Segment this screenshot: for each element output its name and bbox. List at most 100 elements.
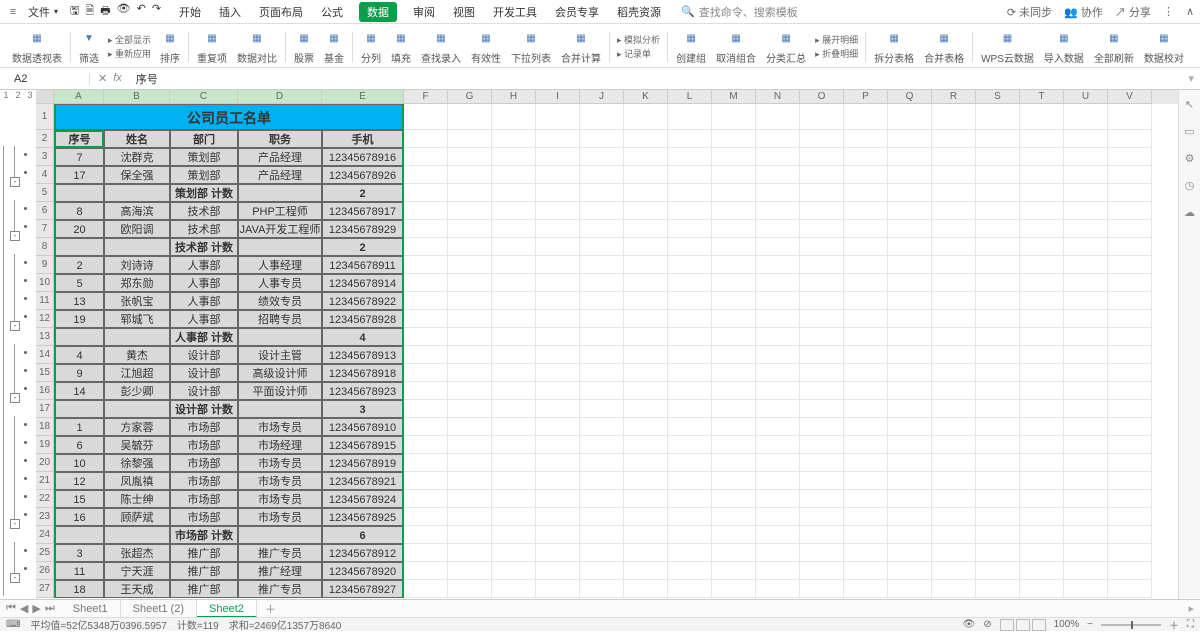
cell[interactable] (668, 292, 712, 310)
cell[interactable] (888, 292, 932, 310)
print-icon[interactable]: 🖶 (100, 2, 110, 21)
cell[interactable] (932, 184, 976, 202)
cell[interactable] (1064, 220, 1108, 238)
cell[interactable] (844, 104, 888, 130)
backup-icon[interactable]: ☁ (1184, 206, 1195, 219)
cell[interactable]: 12345678921 (322, 472, 404, 490)
cell[interactable] (1020, 328, 1064, 346)
cell[interactable] (536, 292, 580, 310)
cell[interactable] (536, 104, 580, 130)
cell[interactable] (888, 436, 932, 454)
cell[interactable] (888, 472, 932, 490)
cell[interactable] (712, 526, 756, 544)
cell[interactable] (712, 346, 756, 364)
cell[interactable] (756, 148, 800, 166)
app-menu-icon[interactable]: ≡ (6, 5, 20, 19)
col-header-O[interactable]: O (800, 90, 844, 104)
row-header[interactable]: 23 (36, 508, 54, 526)
cell[interactable] (976, 364, 1020, 382)
redo-icon[interactable]: ↷ (152, 2, 161, 21)
cell[interactable] (1020, 580, 1064, 598)
cell[interactable] (668, 328, 712, 346)
cell[interactable] (1020, 400, 1064, 418)
cell[interactable] (888, 184, 932, 202)
cell[interactable]: 12345678926 (322, 166, 404, 184)
row-header[interactable]: 14 (36, 346, 54, 364)
cell[interactable] (800, 508, 844, 526)
cell[interactable] (1064, 418, 1108, 436)
cell[interactable] (844, 256, 888, 274)
cell[interactable] (932, 328, 976, 346)
cell[interactable] (492, 544, 536, 562)
col-header-U[interactable]: U (1064, 90, 1108, 104)
ribbon-导入数据[interactable]: ▦导入数据 (1040, 26, 1088, 67)
cell[interactable] (1108, 238, 1152, 256)
cell[interactable] (668, 562, 712, 580)
cell[interactable] (536, 526, 580, 544)
cell[interactable] (404, 166, 448, 184)
cell[interactable] (800, 580, 844, 598)
cell[interactable] (1108, 400, 1152, 418)
ribbon-重复项[interactable]: ▦重复项 (193, 26, 231, 67)
row-header[interactable]: 27 (36, 580, 54, 598)
cell[interactable] (1064, 400, 1108, 418)
title-cell[interactable]: 公司员工名单 (54, 104, 404, 130)
cell[interactable] (1020, 508, 1064, 526)
cell[interactable]: 陈士绅 (104, 490, 170, 508)
cell[interactable] (712, 166, 756, 184)
ribbon-基金[interactable]: ▦基金 (320, 26, 348, 67)
cell[interactable]: 市场专员 (238, 472, 322, 490)
cell[interactable] (404, 148, 448, 166)
menu-tab-4[interactable]: 数据 (359, 2, 397, 22)
cell[interactable] (932, 310, 976, 328)
cell[interactable] (668, 400, 712, 418)
cell[interactable]: 人事部 (170, 310, 238, 328)
cell[interactable] (104, 328, 170, 346)
cell[interactable] (1108, 202, 1152, 220)
cell[interactable] (844, 562, 888, 580)
cell[interactable] (580, 364, 624, 382)
cell[interactable]: 12345678913 (322, 346, 404, 364)
cell[interactable] (492, 580, 536, 598)
cell[interactable]: 4 (322, 328, 404, 346)
cell[interactable] (1108, 256, 1152, 274)
sync-status[interactable]: ⟳ 未同步 (1007, 4, 1052, 20)
cell[interactable] (1064, 238, 1108, 256)
cell[interactable] (448, 436, 492, 454)
cell[interactable] (888, 580, 932, 598)
row-header[interactable]: 19 (36, 436, 54, 454)
cell[interactable] (888, 238, 932, 256)
cell[interactable] (104, 184, 170, 202)
menu-tab-6[interactable]: 视图 (451, 2, 477, 22)
cell[interactable] (712, 104, 756, 130)
cell[interactable] (888, 364, 932, 382)
cell[interactable]: 12345678928 (322, 310, 404, 328)
cell[interactable] (976, 292, 1020, 310)
cell[interactable] (404, 310, 448, 328)
cell[interactable] (932, 256, 976, 274)
cell[interactable]: 设计部 (170, 364, 238, 382)
cell[interactable]: 推广专员 (238, 544, 322, 562)
cell[interactable]: 13 (54, 292, 104, 310)
cell[interactable] (1020, 202, 1064, 220)
cell[interactable] (404, 526, 448, 544)
row-header[interactable]: 9 (36, 256, 54, 274)
cell[interactable]: 6 (54, 436, 104, 454)
cell[interactable]: 人事部 (170, 256, 238, 274)
cell[interactable] (1064, 292, 1108, 310)
cell[interactable] (492, 472, 536, 490)
cell[interactable] (448, 220, 492, 238)
cell[interactable] (624, 436, 668, 454)
cell[interactable] (1108, 310, 1152, 328)
row-header[interactable]: 7 (36, 220, 54, 238)
cell[interactable] (492, 130, 536, 148)
cell[interactable] (1108, 490, 1152, 508)
col-header-P[interactable]: P (844, 90, 888, 104)
cell[interactable] (888, 490, 932, 508)
cell[interactable] (1108, 166, 1152, 184)
cell[interactable] (844, 202, 888, 220)
cell[interactable] (668, 382, 712, 400)
cell[interactable] (54, 526, 104, 544)
col-header-R[interactable]: R (932, 90, 976, 104)
cell[interactable] (976, 104, 1020, 130)
